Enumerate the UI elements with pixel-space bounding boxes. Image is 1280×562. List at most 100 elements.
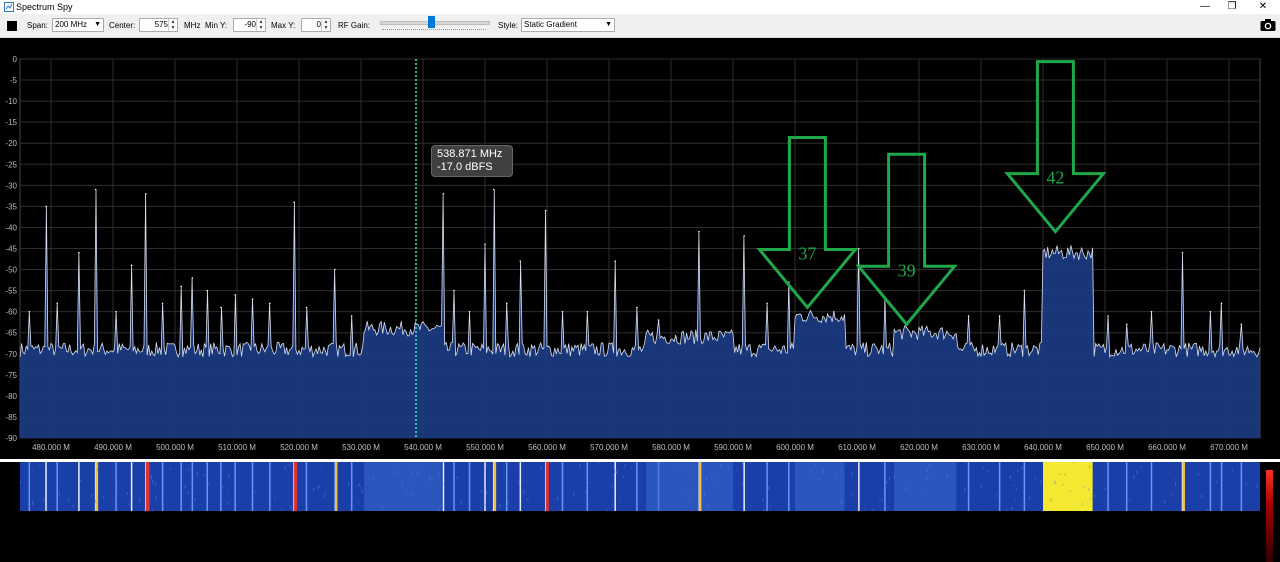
waterfall-speckle	[946, 474, 948, 479]
stepper-arrows-icon[interactable]: ▲ ▼	[168, 19, 177, 31]
stepper-arrows-icon[interactable]: ▲ ▼	[321, 19, 330, 31]
waterfall-speckle	[768, 486, 770, 490]
waterfall-speckle	[333, 464, 335, 466]
waterfall-speckle	[484, 503, 486, 506]
waterfall-speckle	[814, 473, 816, 476]
y-tick-label: -85	[5, 413, 17, 422]
waterfall-speckle	[321, 465, 323, 468]
x-tick-label: 560.000 M	[528, 443, 566, 452]
waterfall-speckle	[742, 482, 744, 485]
waterfall-speckle	[679, 466, 681, 469]
style-select[interactable]: Static Gradient ▼	[521, 18, 615, 32]
style-label: Style:	[498, 21, 519, 30]
waterfall-speckle	[233, 509, 235, 511]
span-value: 200 MHz	[55, 20, 88, 29]
waterfall-speckle	[1171, 493, 1173, 497]
waterfall-line	[56, 462, 58, 511]
waterfall-speckle	[1069, 490, 1071, 492]
toolbar: Span: 200 MHz ▼ Center: 575 ▲ ▼ MHz Min Y…	[0, 14, 1280, 38]
waterfall-speckle	[1013, 484, 1015, 486]
waterfall-speckle	[1062, 483, 1064, 486]
peak-point	[28, 310, 31, 313]
waterfall-speckle	[624, 464, 626, 468]
waterfall-display[interactable]	[20, 462, 1260, 511]
waterfall-speckle	[926, 468, 928, 472]
waterfall-hot	[698, 462, 702, 511]
waterfall-line	[442, 462, 445, 511]
y-tick-label: -30	[5, 181, 17, 190]
waterfall-speckle	[195, 463, 197, 465]
waterfall-speckle	[1209, 486, 1211, 489]
waterfall-speckle	[1094, 494, 1096, 498]
peak-point	[145, 192, 147, 195]
restore-button[interactable]: ❐	[1215, 0, 1249, 14]
waterfall-speckle	[750, 462, 752, 464]
x-tick-label: 530.000 M	[342, 443, 380, 452]
camera-icon[interactable]	[1260, 18, 1276, 32]
trace-color-swatch[interactable]	[7, 21, 17, 31]
miny-stepper[interactable]: -90 ▲ ▼	[233, 18, 266, 32]
peak-point	[743, 235, 745, 237]
channel-arrow	[855, 152, 958, 327]
waterfall-speckle	[987, 470, 989, 473]
color-scale-bar	[1266, 470, 1273, 562]
tooltip-frequency: 538.871 MHz	[437, 148, 503, 160]
waterfall-line	[1240, 462, 1243, 511]
peak-point	[967, 315, 970, 317]
waterfall-speckle	[616, 470, 618, 475]
waterfall-speckle	[714, 478, 716, 481]
waterfall-line	[130, 462, 133, 511]
waterfall-line	[45, 462, 47, 511]
waterfall-speckle	[906, 481, 908, 484]
waterfall-speckle	[657, 467, 659, 472]
app-icon	[4, 2, 14, 12]
waterfall-speckle	[222, 486, 224, 489]
waterfall-speckle	[290, 505, 292, 509]
y-tick-label: -15	[5, 118, 17, 127]
y-tick-label: -5	[10, 76, 18, 85]
y-tick-label: -25	[5, 160, 17, 169]
waterfall-speckle	[506, 505, 508, 508]
waterfall-speckle	[905, 487, 907, 490]
waterfall-speckle	[208, 483, 210, 486]
waterfall-speckle	[1034, 477, 1036, 480]
waterfall-speckle	[811, 469, 813, 472]
close-button[interactable]: ✕	[1246, 0, 1280, 14]
peak-point	[858, 247, 860, 250]
waterfall-speckle	[925, 492, 927, 495]
waterfall-speckle	[720, 464, 722, 469]
waterfall-speckle	[294, 486, 296, 489]
waterfall-speckle	[614, 469, 616, 473]
y-axis: 0 -5 -10 -15 -20 -25 -30 -35 -40 -45 -50 -55 -60 -65 -…	[5, 55, 17, 443]
peak-point	[614, 260, 616, 262]
waterfall-speckle	[219, 477, 221, 481]
y-tick-label: -45	[5, 245, 17, 254]
waterfall-speckle	[460, 500, 462, 505]
waterfall-speckle	[819, 477, 821, 480]
stepper-arrows-icon[interactable]: ▲ ▼	[256, 19, 265, 31]
x-tick-label: 540.000 M	[404, 443, 442, 452]
waterfall-speckle	[439, 508, 441, 511]
peak-point	[191, 277, 194, 279]
waterfall-speckle	[622, 475, 624, 478]
waterfall-speckle	[228, 491, 230, 494]
waterfall-speckle	[691, 471, 693, 473]
waterfall-speckle	[32, 501, 34, 506]
waterfall-speckle	[703, 491, 705, 496]
rfgain-slider-track[interactable]	[380, 21, 490, 25]
center-stepper[interactable]: 575 ▲ ▼	[139, 18, 178, 32]
rfgain-slider-thumb[interactable]	[427, 16, 435, 28]
waterfall-speckle	[116, 486, 118, 489]
y-tick-label: -40	[5, 223, 17, 232]
peak-point	[636, 306, 638, 309]
waterfall-speckle	[967, 489, 969, 492]
peak-point	[586, 310, 589, 313]
waterfall-line	[505, 462, 508, 511]
waterfall-speckle	[360, 486, 362, 489]
spectrum-plot[interactable]: 0 -5 -10 -15 -20 -25 -30 -35 -40 -45 -50 -55 -60 -65 -…	[0, 38, 1280, 460]
channel-label: 37	[798, 243, 816, 263]
waterfall-hot	[145, 462, 150, 511]
maxy-stepper[interactable]: 0 ▲ ▼	[301, 18, 331, 32]
span-select[interactable]: 200 MHz ▼	[52, 18, 104, 32]
waterfall-line	[561, 462, 564, 511]
